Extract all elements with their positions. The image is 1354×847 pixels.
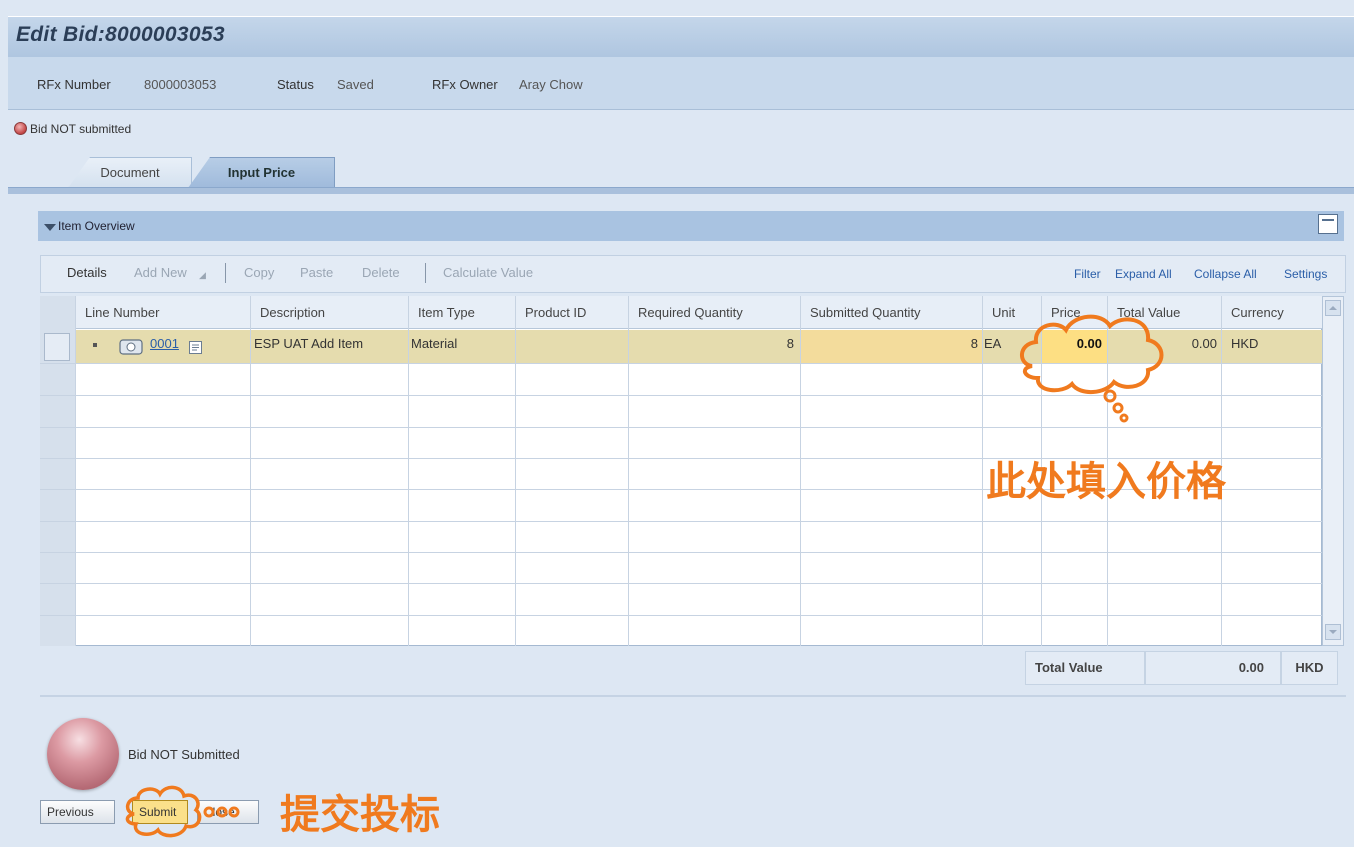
grid-line xyxy=(982,296,983,646)
currency-cell: HKD xyxy=(1231,336,1259,351)
owner-value: Aray Chow xyxy=(519,77,583,92)
settings-link[interactable]: Settings xyxy=(1284,267,1327,281)
grid-line xyxy=(408,296,409,646)
previous-button[interactable]: Previous xyxy=(40,800,115,824)
expand-all-link[interactable]: Expand All xyxy=(1115,267,1172,281)
tab-underline xyxy=(8,187,1354,194)
toolbar-separator xyxy=(225,263,226,283)
rfx-number-value: 8000003053 xyxy=(144,77,217,92)
status-indicator-icon xyxy=(14,122,27,135)
delete-button[interactable]: Delete xyxy=(362,265,400,280)
copy-button[interactable]: Copy xyxy=(244,265,274,280)
col-currency[interactable]: Currency xyxy=(1221,296,1322,329)
rfx-number-label: RFx Number xyxy=(37,77,111,92)
toolbar-separator xyxy=(425,263,426,283)
grid-line xyxy=(515,296,516,646)
collapse-all-link[interactable]: Collapse All xyxy=(1194,267,1257,281)
calculate-value-button[interactable]: Calculate Value xyxy=(443,265,533,280)
section-divider xyxy=(40,695,1346,697)
description-cell: ESP UAT Add Item xyxy=(254,336,364,351)
line-number-link[interactable]: 0001 xyxy=(150,336,179,351)
vertical-scrollbar[interactable] xyxy=(1322,296,1344,646)
bid-status-text: Bid NOT submitted xyxy=(30,122,132,136)
bid-status-orb-icon xyxy=(47,718,119,790)
required-quantity-cell: 8 xyxy=(786,336,794,351)
item-overview-title: Item Overview xyxy=(58,219,135,233)
submit-callout-cloud-icon xyxy=(125,785,240,838)
submit-hint-annotation: 提交投标 xyxy=(280,792,440,838)
price-callout-cloud-icon xyxy=(1020,314,1164,423)
grid-line xyxy=(40,521,1322,522)
unit-cell: EA xyxy=(984,336,1002,351)
tab-input-price[interactable]: Input Price xyxy=(188,157,335,188)
page-title: Edit Bid:8000003053 xyxy=(16,23,225,46)
owner-label: RFx Owner xyxy=(432,77,498,92)
grid-line xyxy=(40,583,1322,584)
maximize-icon[interactable] xyxy=(1318,214,1338,234)
col-line-number[interactable]: Line Number xyxy=(75,296,250,329)
grid-line xyxy=(40,552,1322,553)
grid-line xyxy=(250,296,251,646)
total-value-label: Total Value xyxy=(1025,651,1145,685)
submitted-quantity-input[interactable]: 8 xyxy=(800,336,978,351)
col-submitted-quantity[interactable]: Submitted Quantity xyxy=(800,296,982,329)
details-button[interactable]: Details xyxy=(67,265,107,280)
price-hint-annotation: 此处填入价格 xyxy=(986,459,1226,505)
grid-line xyxy=(75,296,76,646)
col-description[interactable]: Description xyxy=(250,296,408,329)
note-icon[interactable] xyxy=(189,341,202,354)
filter-link[interactable]: Filter xyxy=(1074,267,1101,281)
add-new-button[interactable]: Add New xyxy=(134,265,187,280)
item-detail-icon[interactable] xyxy=(118,337,144,357)
bullet-icon xyxy=(93,343,97,347)
col-required-quantity[interactable]: Required Quantity xyxy=(628,296,800,329)
footer-status-text: Bid NOT Submitted xyxy=(128,747,240,762)
status-value: Saved xyxy=(337,77,374,92)
col-product-id[interactable]: Product ID xyxy=(515,296,628,329)
scroll-down-icon[interactable] xyxy=(1325,624,1341,640)
row-selector[interactable] xyxy=(44,333,70,361)
paste-button[interactable]: Paste xyxy=(300,265,333,280)
total-value-amount: 0.00 xyxy=(1145,651,1281,685)
total-value-currency: HKD xyxy=(1281,651,1338,685)
tab-document[interactable]: Document xyxy=(68,157,192,188)
item-overview-header[interactable] xyxy=(38,211,1344,241)
grid-line xyxy=(40,615,1322,616)
col-item-type[interactable]: Item Type xyxy=(408,296,515,329)
collapse-triangle-icon[interactable] xyxy=(44,224,56,231)
scroll-up-icon[interactable] xyxy=(1325,300,1341,316)
status-label: Status xyxy=(277,77,314,92)
item-type-cell: Material xyxy=(411,336,458,351)
add-new-dropdown-icon[interactable]: ◢ xyxy=(199,270,206,281)
